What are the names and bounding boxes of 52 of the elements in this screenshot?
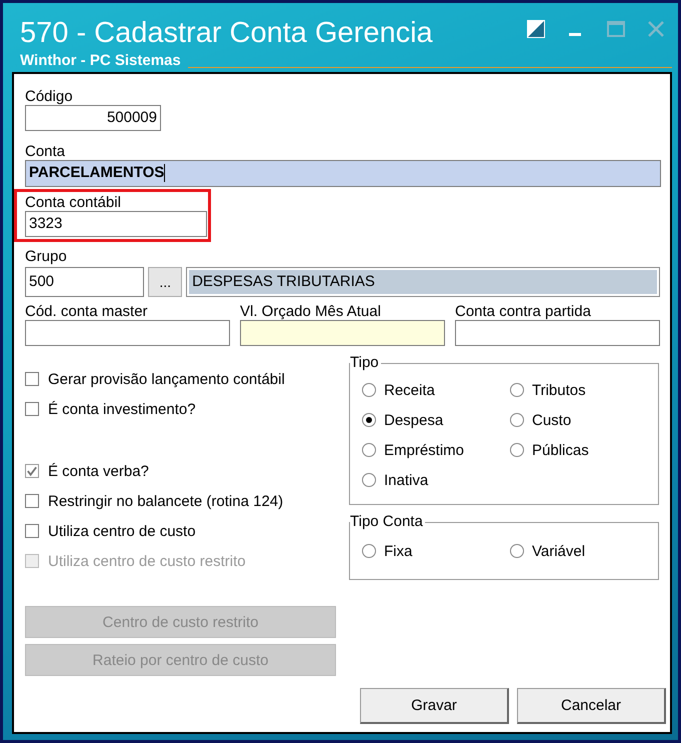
radio-button[interactable]: [510, 443, 524, 457]
field-label: Grupo: [25, 248, 68, 265]
window-subtitle: Winthor - PC Sistemas: [20, 52, 182, 69]
radio-button[interactable]: [510, 383, 524, 397]
radio-label: Despesa: [384, 412, 444, 428]
field-label: Código: [25, 88, 74, 105]
window-title: 570 - Cadastrar Conta Gerencia: [20, 16, 433, 50]
group-title: Tipo: [350, 354, 381, 372]
field-label: Conta contra partida: [455, 303, 592, 320]
radio-label: Públicas: [532, 442, 589, 458]
group-description-field: DESPESAS TRIBUTARIAS: [186, 267, 660, 297]
radio-button[interactable]: [362, 383, 376, 397]
checkbox[interactable]: [25, 494, 39, 508]
radio-label: Receita: [384, 382, 435, 398]
lookup-button[interactable]: ...: [148, 267, 182, 297]
checkbox[interactable]: [25, 464, 39, 478]
restore-icon[interactable]: [526, 19, 546, 39]
checkbox-label: Utiliza centro de custo: [48, 522, 196, 540]
checkbox[interactable]: [25, 524, 39, 538]
radio-label: Empréstimo: [384, 442, 464, 458]
group-title: Tipo Conta: [350, 513, 425, 531]
group-field[interactable]: 500: [25, 267, 144, 297]
field-label: Conta contábil: [25, 194, 122, 211]
radio-label: Fixa: [384, 542, 412, 560]
radio-label: Variável: [532, 542, 586, 560]
checkbox-label: É conta investimento?: [48, 400, 196, 418]
radio-button[interactable]: [362, 473, 376, 487]
checkbox-label: Restringir no balancete (rotina 124): [48, 492, 284, 510]
input-field[interactable]: [240, 320, 445, 346]
field-label: Conta: [25, 143, 66, 160]
ledger-account-field[interactable]: 3323: [25, 211, 207, 237]
radio-button[interactable]: [510, 544, 524, 558]
radio-button[interactable]: [362, 443, 376, 457]
field-label: Cód. conta master: [25, 303, 149, 320]
radio-label: Tributos: [532, 382, 586, 398]
dialog-button[interactable]: Gravar: [360, 688, 509, 724]
radio-button[interactable]: [510, 413, 524, 427]
input-field[interactable]: [455, 320, 660, 346]
code-field[interactable]: 500009: [25, 105, 161, 131]
checkbox-label: É conta verba?: [48, 462, 149, 480]
checkbox[interactable]: [25, 372, 39, 386]
radio-button[interactable]: [362, 544, 376, 558]
input-field[interactable]: [25, 320, 230, 346]
field-label: Vl. Orçado Mês Atual: [240, 303, 382, 320]
checkbox[interactable]: [25, 402, 39, 416]
dialog-button[interactable]: Cancelar: [517, 688, 666, 724]
radio-label: Inativa: [384, 472, 428, 488]
checkbox-label: Utiliza centro de custo restrito: [48, 552, 246, 570]
radio-button[interactable]: [362, 413, 376, 427]
radio-label: Custo: [532, 412, 572, 428]
checkbox-label: Gerar provisão lançamento contábil: [48, 370, 285, 388]
account-field[interactable]: PARCELAMENTOS: [25, 160, 661, 187]
